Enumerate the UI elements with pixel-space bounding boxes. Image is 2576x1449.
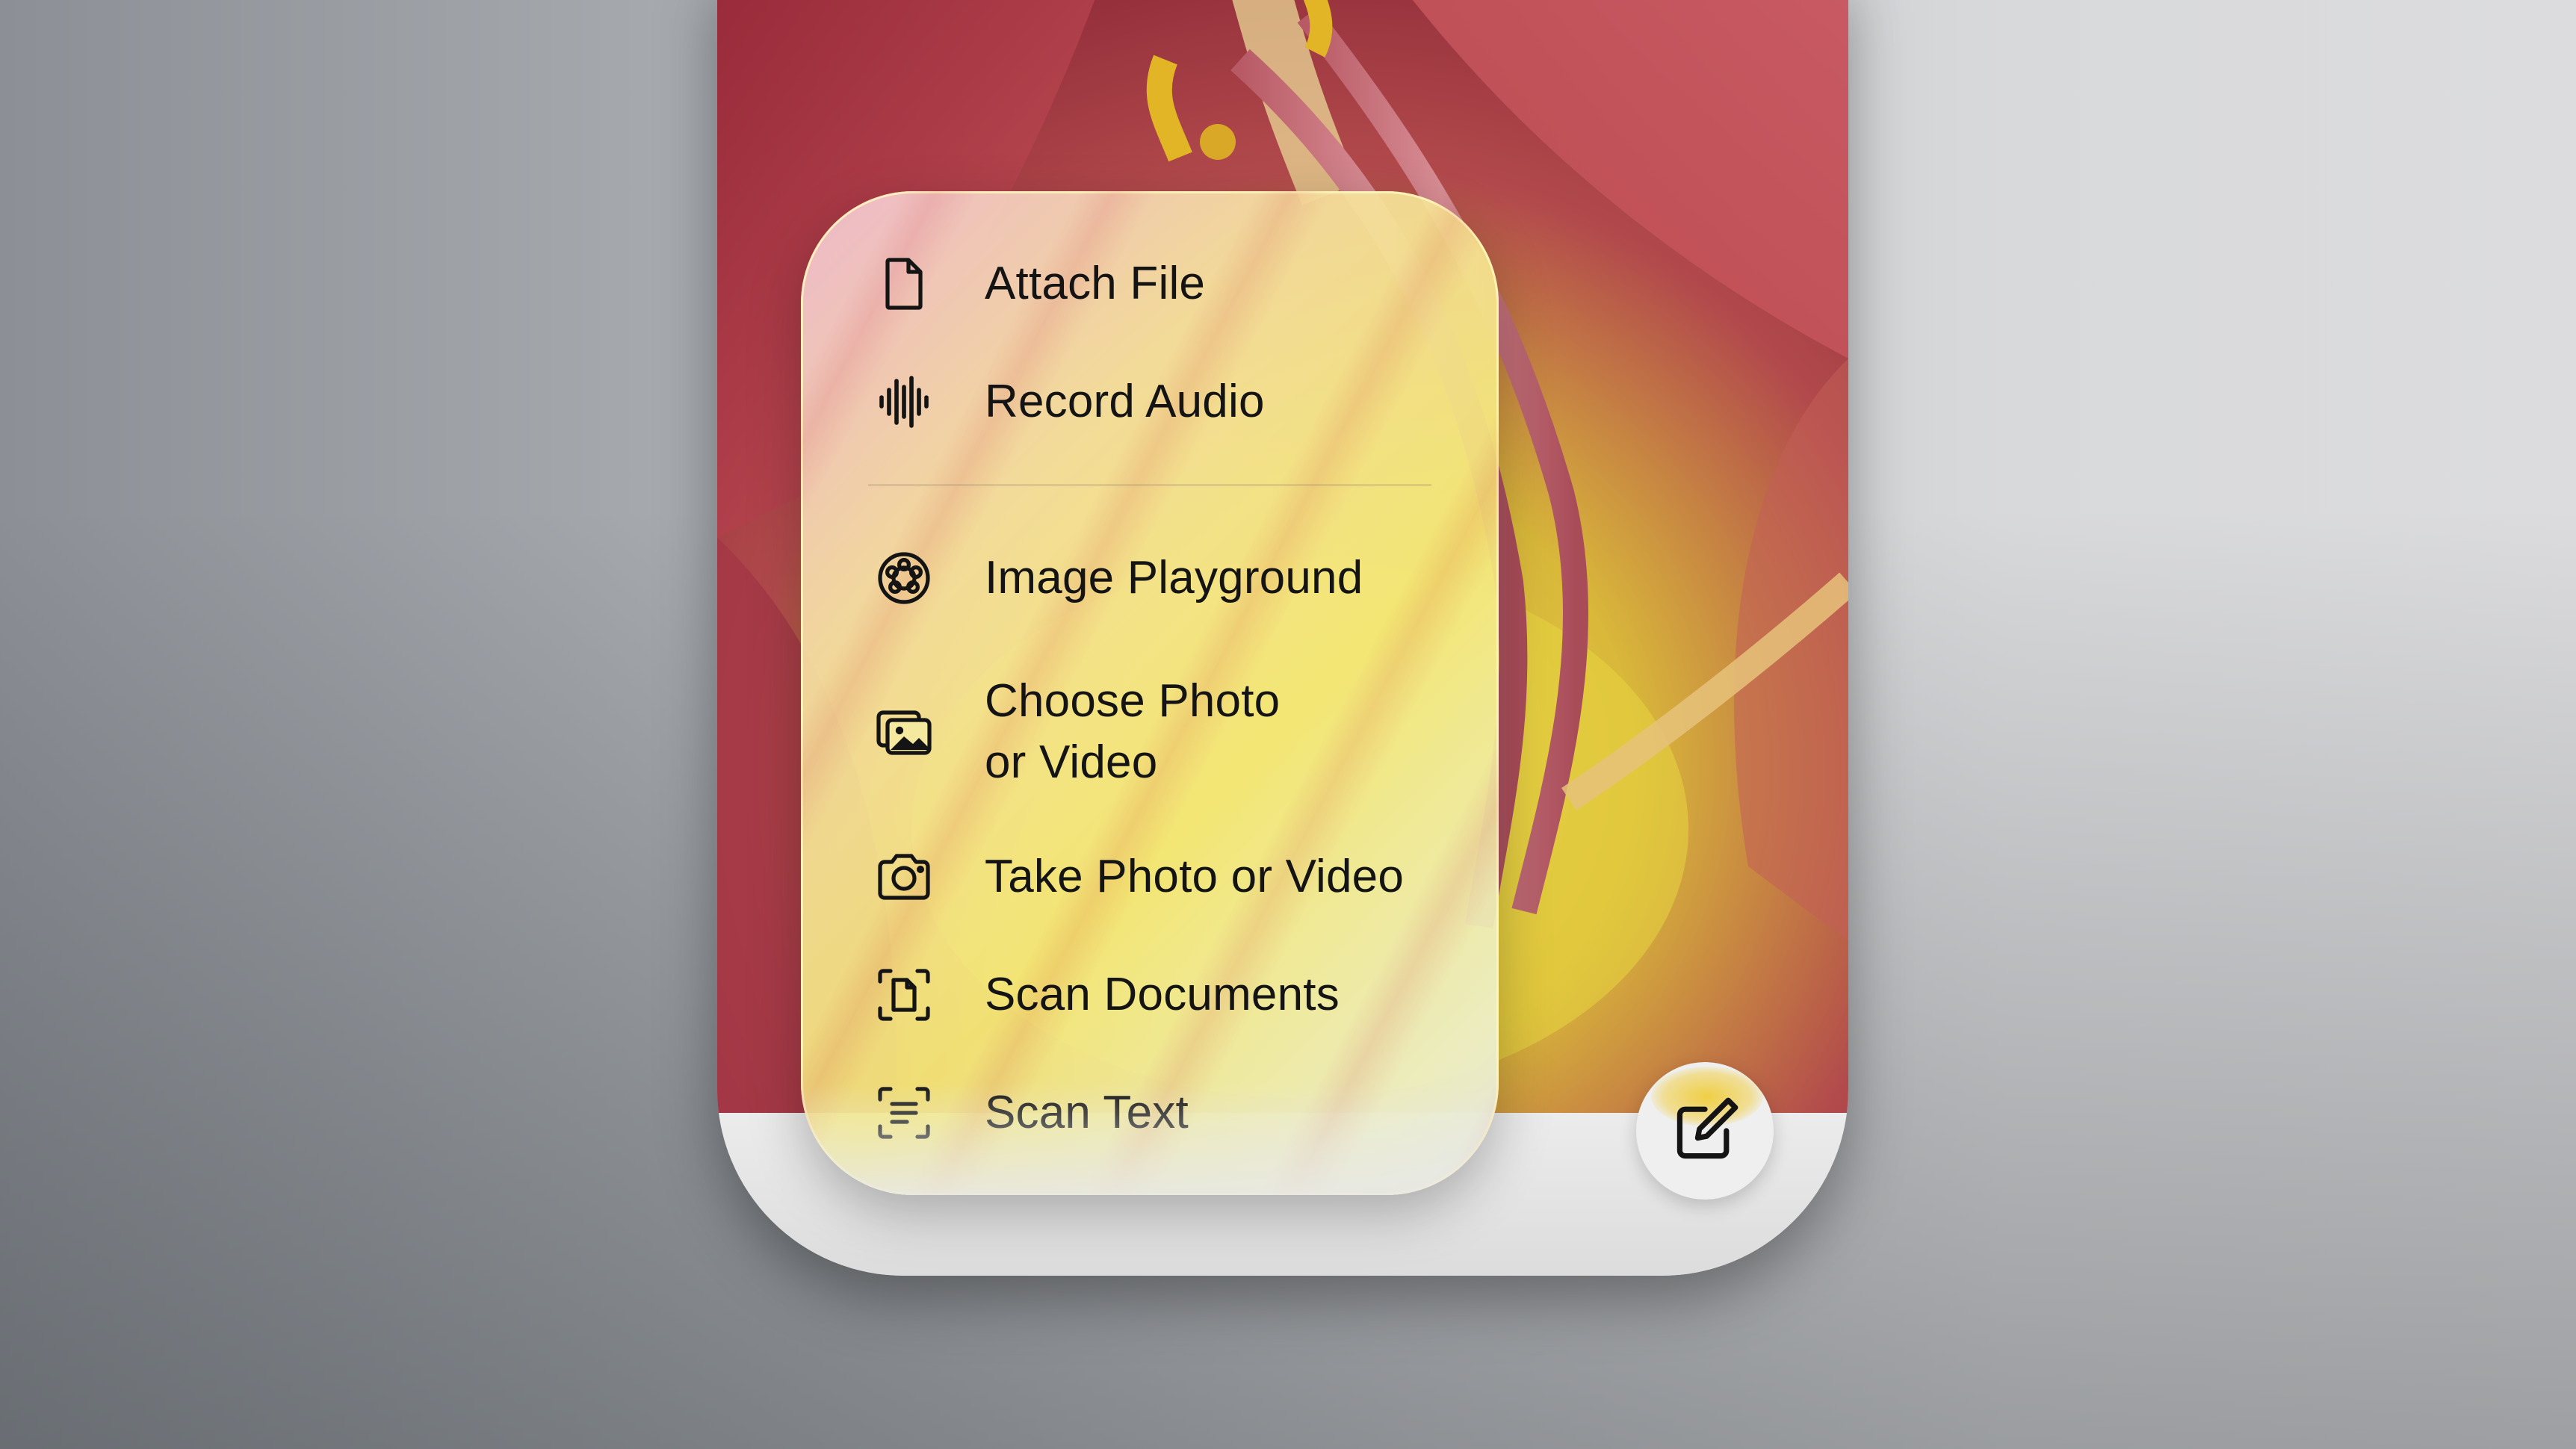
- photo-library-icon: [868, 696, 940, 768]
- menu-item-take-photo-or-video[interactable]: Take Photo or Video: [868, 841, 1469, 913]
- scan-document-icon: [868, 959, 940, 1031]
- compose-icon: [1676, 1097, 1739, 1159]
- attachment-menu: Attach File Record Audio Image Playgroun…: [801, 191, 1499, 1195]
- menu-item-attach-file[interactable]: Attach File: [868, 248, 1469, 320]
- compose-button[interactable]: [1636, 1062, 1774, 1200]
- menu-divider: [868, 484, 1431, 486]
- waveform-icon: [868, 366, 940, 438]
- menu-item-scan-documents[interactable]: Scan Documents: [868, 959, 1469, 1031]
- menu-item-choose-photo-or-video[interactable]: Choose Photo or Video: [868, 666, 1469, 798]
- scan-text-icon: [868, 1077, 940, 1149]
- menu-item-scan-text[interactable]: Scan Text: [868, 1077, 1469, 1149]
- image-playground-icon: [868, 542, 940, 614]
- menu-item-record-audio[interactable]: Record Audio: [868, 366, 1469, 438]
- camera-icon: [868, 841, 940, 913]
- document-icon: [868, 248, 940, 320]
- menu-item-image-playground[interactable]: Image Playground: [868, 542, 1469, 614]
